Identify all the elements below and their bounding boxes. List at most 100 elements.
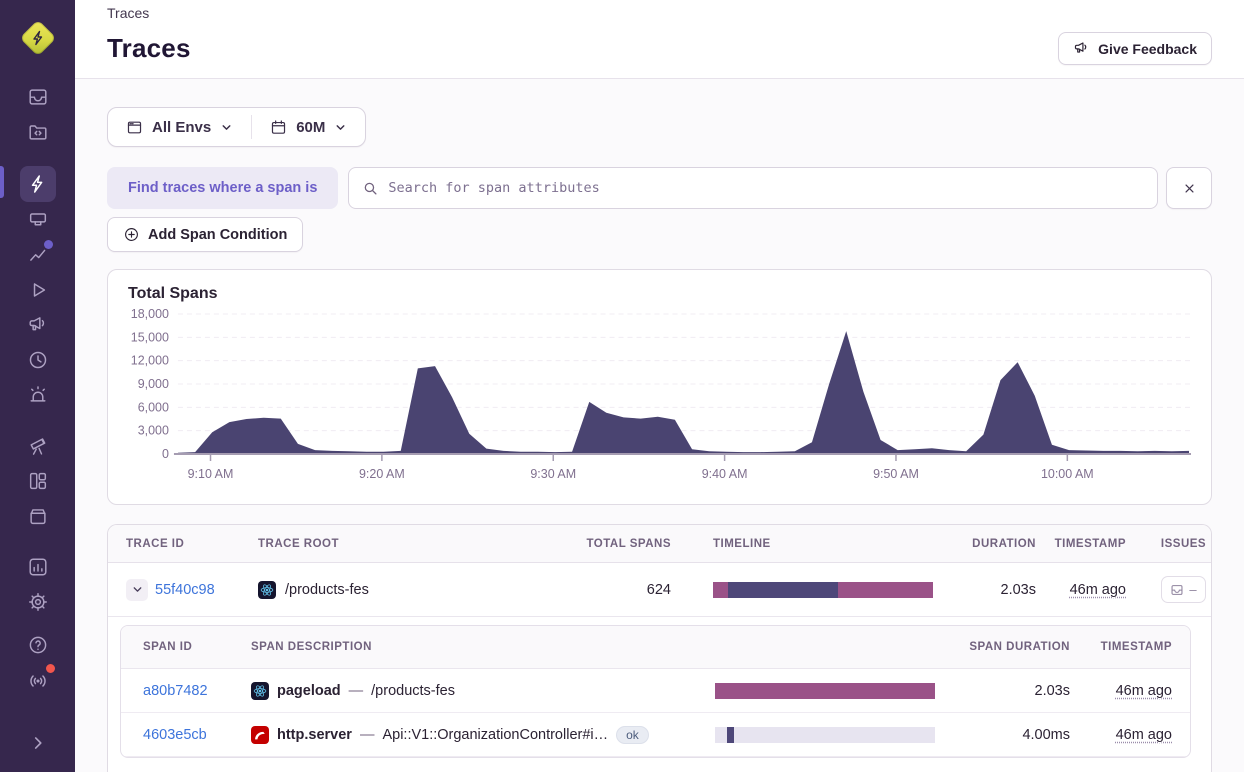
col-trace-root: Trace Root — [240, 538, 561, 550]
active-nav-indicator — [0, 166, 4, 198]
archive-box-icon — [27, 505, 49, 527]
traces-table-header: Trace ID Trace Root Total Spans Timeline… — [108, 525, 1211, 563]
sidebar-item-projects[interactable] — [20, 115, 56, 149]
sidebar — [0, 0, 75, 772]
sidebar-item-replays[interactable] — [20, 273, 56, 307]
search-icon — [362, 180, 379, 197]
sidebar-item-releases[interactable] — [20, 499, 56, 533]
expanded-trace-zone: Span ID Span Description Span Duration T… — [108, 617, 1211, 772]
page-header: Traces Traces Give Feedback — [75, 0, 1244, 79]
col-span-id: Span ID — [121, 641, 233, 653]
trace-timeline-bar — [713, 582, 933, 598]
projector-icon — [27, 209, 49, 231]
sidebar-item-help[interactable] — [20, 628, 56, 662]
lightning-icon — [27, 173, 49, 195]
span-table-row: 4603e5cb http.server — Api::V1::Organiza… — [121, 713, 1190, 757]
svg-text:9:10 AM: 9:10 AM — [188, 467, 234, 481]
dashboard-grid-icon — [27, 470, 49, 492]
collapse-trace-button[interactable] — [126, 579, 148, 601]
trace-duration: 2.03s — [941, 582, 1036, 598]
window-icon — [126, 119, 143, 136]
chevron-down-icon — [334, 121, 347, 134]
chevron-down-icon — [131, 583, 144, 596]
sidebar-item-issues[interactable] — [20, 80, 56, 114]
add-span-condition-label: Add Span Condition — [148, 227, 287, 243]
breadcrumb[interactable]: Traces — [107, 5, 1212, 21]
trace-timestamp[interactable]: 46m ago — [1070, 582, 1126, 598]
col-timeline: Timeline — [671, 538, 941, 550]
span-search-input[interactable] — [388, 180, 1144, 196]
svg-text:9:20 AM: 9:20 AM — [359, 467, 405, 481]
span-timestamp[interactable]: 46m ago — [1116, 727, 1172, 743]
span-duration-value: 2.03s — [965, 683, 1070, 699]
sentry-logo[interactable] — [20, 20, 56, 56]
gear-icon — [27, 591, 49, 613]
col-issues: Issues — [1156, 538, 1211, 550]
span-duration-bar — [715, 683, 935, 699]
app-root: Traces Traces Give Feedback All Envs — [0, 0, 1244, 772]
total-spans-area-chart: 03,0006,0009,00012,00015,00018,0009:10 A… — [128, 306, 1191, 484]
environment-filter-label: All Envs — [152, 119, 211, 136]
issues-icon — [27, 86, 49, 108]
col-span-description: Span Description — [233, 641, 715, 653]
clear-search-button[interactable] — [1166, 167, 1212, 209]
span-separator: — — [360, 727, 375, 743]
svg-text:9:50 AM: 9:50 AM — [873, 467, 919, 481]
chevron-down-icon — [220, 121, 233, 134]
sidebar-expand-chevron[interactable] — [20, 726, 56, 760]
time-range-filter[interactable]: 60M — [252, 108, 365, 146]
stats-bars-icon — [27, 556, 49, 578]
col-trace-id: Trace ID — [108, 538, 240, 550]
give-feedback-button[interactable]: Give Feedback — [1058, 32, 1212, 65]
total-spans-value: 624 — [561, 582, 671, 598]
megaphone-icon — [27, 314, 49, 336]
environment-filter[interactable]: All Envs — [108, 108, 251, 146]
play-icon — [27, 279, 49, 301]
svg-text:10:00 AM: 10:00 AM — [1041, 467, 1094, 481]
span-description: /products-fes — [371, 683, 455, 699]
svg-text:9:40 AM: 9:40 AM — [702, 467, 748, 481]
span-timestamp[interactable]: 46m ago — [1116, 683, 1172, 699]
span-id-link[interactable]: a80b7482 — [143, 683, 208, 699]
span-op: http.server — [277, 727, 352, 743]
span-table-header: Span ID Span Description Span Duration T… — [121, 626, 1190, 669]
react-platform-icon — [251, 682, 269, 700]
sidebar-item-insights[interactable] — [20, 238, 56, 272]
main-content: Traces Traces Give Feedback All Envs — [75, 0, 1244, 772]
trace-id-link[interactable]: 55f40c98 — [155, 582, 215, 598]
sidebar-item-feedback[interactable] — [20, 308, 56, 342]
sidebar-item-dashboards[interactable] — [20, 464, 56, 498]
add-span-condition-button[interactable]: Add Span Condition — [107, 217, 303, 252]
search-context-chip: Find traces where a span is — [107, 167, 338, 209]
col-duration: Duration — [941, 538, 1036, 550]
sidebar-item-whats-new[interactable] — [20, 664, 56, 698]
span-op: pageload — [277, 683, 341, 699]
span-id-link[interactable]: 4603e5cb — [143, 727, 207, 743]
span-table: Span ID Span Description Span Duration T… — [120, 625, 1191, 758]
sidebar-item-alerts[interactable] — [20, 378, 56, 412]
plus-circle-icon — [123, 226, 140, 243]
sidebar-item-settings[interactable] — [20, 585, 56, 619]
svg-text:18,000: 18,000 — [131, 307, 169, 321]
insights-badge-dot — [44, 240, 53, 249]
span-search-row: Find traces where a span is — [107, 167, 1212, 209]
sidebar-item-performance[interactable] — [20, 203, 56, 237]
sidebar-item-crons[interactable] — [20, 343, 56, 377]
close-icon — [1182, 181, 1197, 196]
span-table-row: a80b7482 pageload — /products-fes 2.03s — [121, 669, 1190, 713]
chevron-right-icon — [27, 732, 49, 754]
issues-count-dash: – — [1189, 582, 1196, 597]
sidebar-item-traces[interactable] — [20, 166, 56, 202]
page-filter-bar: All Envs 60M — [107, 107, 366, 147]
whats-new-badge-dot — [44, 662, 57, 675]
col-span-duration: Span Duration — [965, 641, 1070, 653]
svg-text:0: 0 — [162, 447, 169, 461]
span-search-box[interactable] — [348, 167, 1158, 209]
sidebar-item-stats[interactable] — [20, 550, 56, 584]
trace-issues-button[interactable]: – — [1161, 576, 1205, 603]
sidebar-item-discover[interactable] — [20, 429, 56, 463]
trace-table-row: 55f40c98 /products-fes 624 2.03s 46m ago — [108, 563, 1211, 617]
total-spans-chart-card: Total Spans 03,0006,0009,00012,00015,000… — [107, 269, 1212, 505]
svg-text:15,000: 15,000 — [131, 330, 169, 344]
svg-text:3,000: 3,000 — [138, 424, 169, 438]
